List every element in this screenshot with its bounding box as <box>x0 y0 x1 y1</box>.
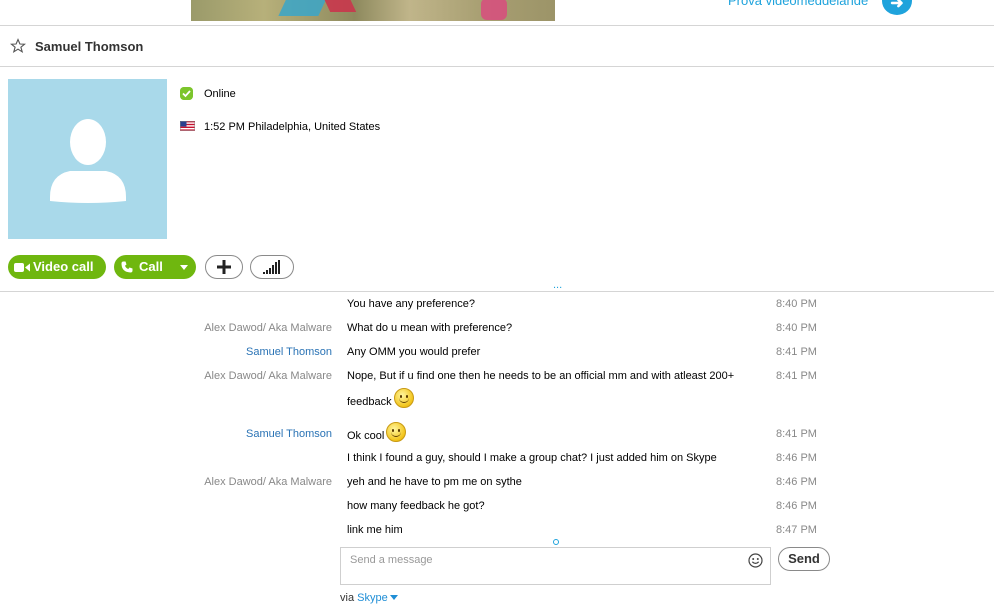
message-text: I think I found a guy, should I make a g… <box>347 452 717 464</box>
divider <box>0 291 994 292</box>
smiley-emoji-icon <box>386 422 407 442</box>
via-prefix: via <box>340 592 355 604</box>
default-avatar-icon <box>50 119 126 203</box>
message-sender[interactable]: Alex Dawod/ Aka Malware <box>204 370 332 382</box>
message-time: 8:46 PM <box>776 476 817 488</box>
video-call-button[interactable]: Video call <box>8 255 106 279</box>
chevron-down-icon[interactable] <box>389 595 398 600</box>
message-row: Alex Dawod/ Aka Malware What do u mean w… <box>0 322 994 346</box>
plus-icon <box>217 260 231 274</box>
message-sender[interactable]: Alex Dawod/ Aka Malware <box>204 322 332 334</box>
star-icon[interactable] <box>10 38 26 54</box>
avatar[interactable] <box>8 79 167 239</box>
message-text-wrap: Ok cool <box>347 422 407 448</box>
chevron-down-icon[interactable] <box>180 265 188 270</box>
message-input[interactable] <box>348 553 742 567</box>
message-text: Ok cool <box>347 430 385 442</box>
us-flag-icon <box>180 121 195 131</box>
message-time: 8:41 PM <box>776 346 817 358</box>
message-time: 8:46 PM <box>776 452 817 464</box>
arrow-right-icon[interactable]: ➜ <box>882 0 912 15</box>
message-text: Any OMM you would prefer <box>347 346 481 358</box>
message-text-continued: feedback <box>347 388 414 414</box>
message-text: how many feedback he got? <box>347 500 485 512</box>
message-text: You have any preference? <box>347 298 476 310</box>
load-more-indicator[interactable]: ... <box>553 279 562 291</box>
message-text: Nope, But if u find one then he needs to… <box>347 370 735 382</box>
message-input-box[interactable] <box>340 547 771 585</box>
message-row: Alex Dawod/ Aka Malware Nope, But if u f… <box>0 370 994 414</box>
video-camera-icon <box>14 263 30 272</box>
video-call-label: Video call <box>33 259 94 274</box>
add-button[interactable] <box>205 255 243 279</box>
call-button[interactable]: Call <box>114 255 196 279</box>
message-row: link me him 8:47 PM <box>0 524 994 548</box>
message-time: 8:47 PM <box>776 524 817 536</box>
local-time: 1:52 PM Philadelphia, United States <box>204 121 381 133</box>
message-row: Alex Dawod/ Aka Malware yeh and he have … <box>0 476 994 500</box>
send-button[interactable]: Send <box>778 547 830 571</box>
divider <box>0 66 994 67</box>
message-sender[interactable]: Alex Dawod/ Aka Malware <box>204 476 332 488</box>
status-text: Online <box>204 88 236 100</box>
message-text: yeh and he have to pm me on sythe <box>347 476 522 488</box>
message-text-line: feedback <box>347 396 392 408</box>
emoticon-picker-icon[interactable] <box>748 553 763 568</box>
message-text: link me him <box>347 524 403 536</box>
message-time: 8:41 PM <box>776 428 817 440</box>
message-sender[interactable]: Samuel Thomson <box>246 428 332 440</box>
message-time: 8:41 PM <box>776 370 817 382</box>
message-row: how many feedback he got? 8:46 PM <box>0 500 994 524</box>
phone-icon <box>121 261 133 273</box>
message-time: 8:40 PM <box>776 322 817 334</box>
contact-name: Samuel Thomson <box>35 39 144 54</box>
via-service-selector[interactable]: via Skype <box>340 592 398 604</box>
online-status-icon <box>180 87 193 100</box>
call-label: Call <box>139 259 163 274</box>
scroll-indicator[interactable] <box>553 539 559 545</box>
smiley-emoji-icon <box>393 388 414 408</box>
promo-link[interactable]: Prova videomeddelande <box>728 0 868 8</box>
call-quality-button[interactable] <box>250 255 294 279</box>
promo-banner-image[interactable] <box>191 0 555 21</box>
via-service-name[interactable]: Skype <box>357 592 388 604</box>
signal-bars-icon <box>263 260 280 274</box>
message-text: What do u mean with preference? <box>347 322 513 334</box>
message-sender[interactable]: Samuel Thomson <box>246 346 332 358</box>
message-time: 8:40 PM <box>776 298 817 310</box>
message-time: 8:46 PM <box>776 500 817 512</box>
divider <box>0 25 994 26</box>
